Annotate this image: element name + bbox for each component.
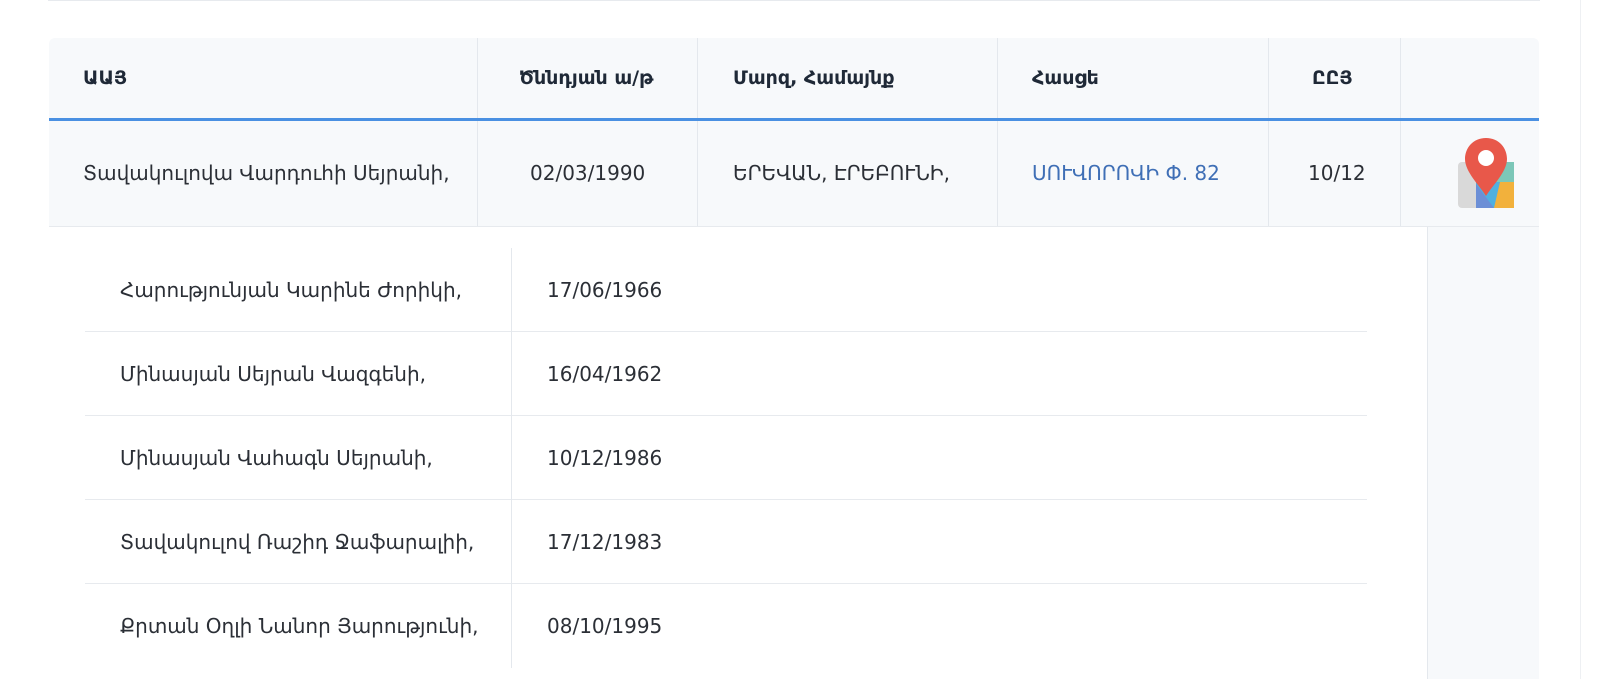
voter-table: ԱԱՅ Ծննդյան ա/թ Մարզ, Համայնք Հասցե ԸԸՅ … (49, 38, 1539, 679)
member-birth-date: 17/12/1983 (547, 530, 663, 554)
row-separator (477, 121, 478, 226)
member-name: Հարությունյան Կարինե Ժորիկի, (120, 278, 463, 302)
header-precinct: ԸԸՅ (1312, 67, 1353, 89)
list-item: Հարությունյան Կարինե Ժորիկի, 17/06/1966 (85, 248, 1367, 332)
member-name: Տավակուլով Ռաշիդ Ջաֆարալիի, (120, 530, 475, 554)
list-item: Քրտան Օղլի Նանոր Յարությունի, 08/10/1995 (85, 584, 1367, 668)
actions-column (1427, 227, 1539, 679)
member-birth-date: 10/12/1986 (547, 446, 663, 470)
table-row: Տավակուլովա Վարդուհի Սեյրանի, 02/03/1990… (49, 121, 1539, 227)
cell-birth-date: 02/03/1990 (530, 161, 646, 185)
row-separator (997, 121, 998, 226)
page-edge (1580, 0, 1581, 679)
cell-region: ԵՐԵՎԱՆ, ԷՐԵԲՈՒՆԻ, (733, 161, 950, 185)
header-separator (1400, 38, 1401, 118)
member-birth-date: 17/06/1966 (547, 278, 663, 302)
address-link[interactable]: ՍՈՒՎՈՐՈՎԻ Փ. 82 (1032, 121, 1220, 226)
header-separator (1268, 38, 1269, 118)
row-separator (697, 121, 698, 226)
member-name: Մինասյան Վահագն Սեյրանի, (120, 446, 433, 470)
header-name: ԱԱՅ (83, 67, 128, 89)
top-divider (48, 0, 1540, 1)
list-item: Մինասյան Վահագն Սեյրանի, 10/12/1986 (85, 416, 1367, 500)
member-separator (511, 416, 512, 500)
member-name: Քրտան Օղլի Նանոր Յարությունի, (120, 614, 479, 638)
member-separator (511, 500, 512, 584)
list-item: Տավակուլով Ռաշիդ Ջաֆարալիի, 17/12/1983 (85, 500, 1367, 584)
household-members: Հարությունյան Կարինե Ժորիկի, 17/06/1966 … (85, 248, 1367, 668)
header-separator (997, 38, 998, 118)
member-separator (511, 584, 512, 668)
header-separator (477, 38, 478, 118)
cell-precinct: 10/12 (1308, 161, 1366, 185)
member-birth-date: 08/10/1995 (547, 614, 663, 638)
member-birth-date: 16/04/1962 (547, 362, 663, 386)
member-name: Մինասյան Սեյրան Վազգենի, (120, 362, 427, 386)
cell-name: Տավակուլովա Վարդուհի Սեյրանի, (83, 161, 450, 185)
row-separator (1268, 121, 1269, 226)
list-item: Մինասյան Սեյրան Վազգենի, 16/04/1962 (85, 332, 1367, 416)
header-address: Հասցե (1032, 67, 1099, 89)
map-pin-icon[interactable] (1454, 136, 1518, 212)
header-region: Մարզ, Համայնք (733, 67, 895, 89)
table-header: ԱԱՅ Ծննդյան ա/թ Մարզ, Համայնք Հասցե ԸԸՅ (49, 38, 1539, 121)
header-birth-date: Ծննդյան ա/թ (519, 67, 654, 89)
member-separator (511, 248, 512, 332)
member-separator (511, 332, 512, 416)
row-separator (1400, 121, 1401, 226)
header-separator (697, 38, 698, 118)
